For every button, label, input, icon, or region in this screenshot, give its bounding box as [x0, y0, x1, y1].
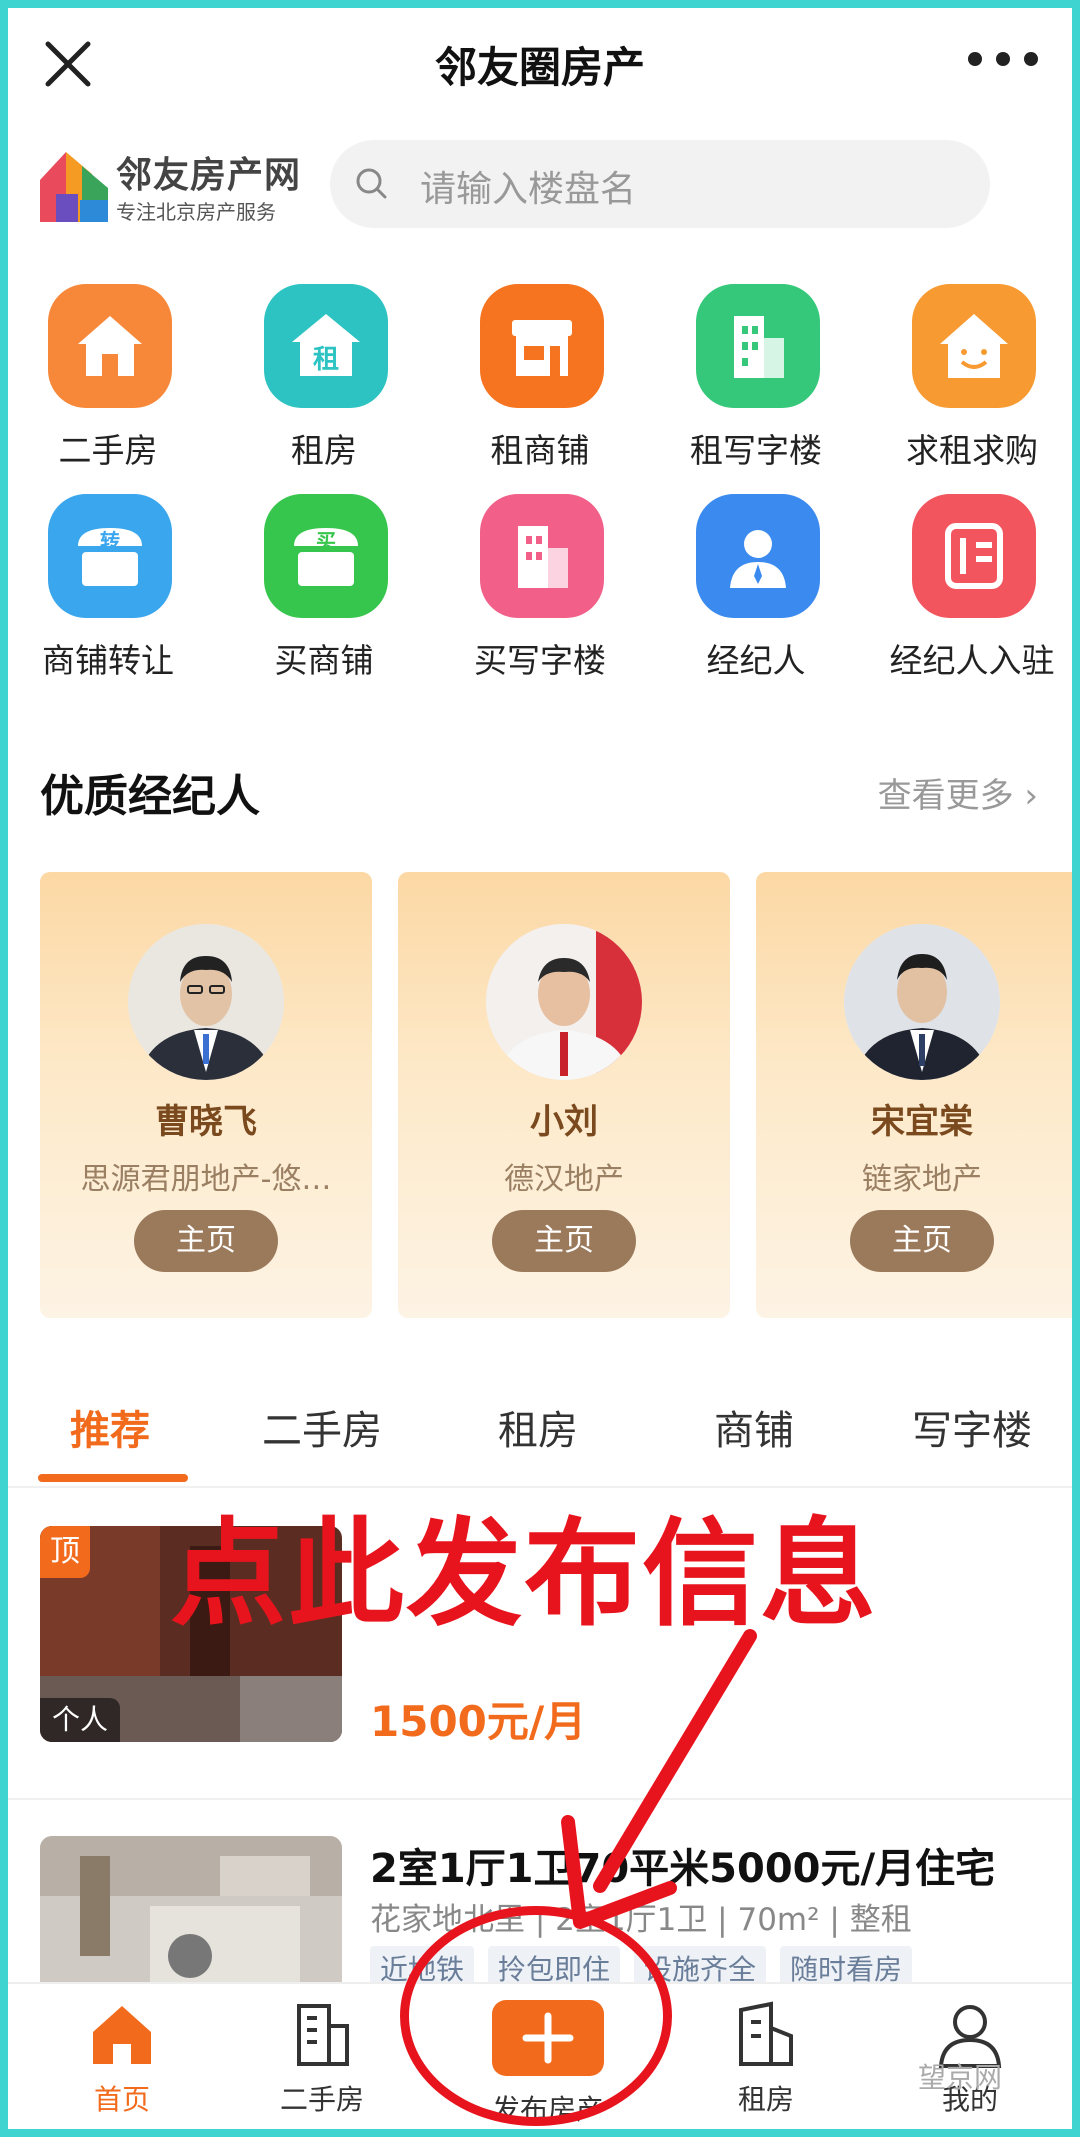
nav-label: 二手房 — [279, 2083, 364, 2116]
category-shop-transfer[interactable]: 转 商铺转让 — [8, 488, 208, 688]
promo-annotation: 点此发布信息 — [170, 1507, 878, 1642]
shop-icon — [480, 284, 604, 408]
category-label: 租房 — [291, 431, 357, 470]
rent-glyph: 租 — [313, 345, 339, 375]
category-label: 租商铺 — [490, 431, 590, 470]
transfer-glyph: 转 — [100, 529, 120, 553]
nav-home[interactable]: 首页 — [52, 2000, 192, 2118]
avatar — [844, 924, 1000, 1080]
agent-icon — [696, 494, 820, 618]
category-label: 买商铺 — [274, 641, 374, 680]
category-agent[interactable]: 经纪人 — [656, 488, 856, 688]
category-buy-shop[interactable]: 买 买商铺 — [224, 488, 424, 688]
agent-home-button[interactable]: 主页 — [134, 1210, 278, 1272]
category-label: 求租求购 — [906, 431, 1038, 470]
rent-house-icon: 租 — [264, 284, 388, 408]
tab-recommend[interactable]: 推荐 — [70, 1398, 150, 1456]
category-label: 买写字楼 — [474, 641, 606, 680]
avatar — [486, 924, 642, 1080]
agent-home-button[interactable]: 主页 — [850, 1210, 994, 1272]
arrow-annotation — [561, 1629, 757, 1929]
category-rent[interactable]: 租 租房 — [224, 278, 424, 478]
agent-cards: 曹晓飞 思源君朋地产-悠… 主页 小刘 德汉地产 主页 宋宜棠 链家地产 主页 — [40, 872, 1080, 1320]
active-tab-indicator — [38, 1474, 188, 1482]
page-title: 邻友圈房产 — [434, 43, 645, 92]
category-label: 经纪人 — [706, 641, 806, 680]
agent-name: 曹晓飞 — [155, 1102, 257, 1142]
watermark: 望京网 — [917, 2061, 1002, 2094]
house-icon — [48, 284, 172, 408]
building-icon — [287, 2000, 357, 2070]
agent-card[interactable]: 宋宜棠 链家地产 主页 — [756, 872, 1080, 1318]
pinned-badge: 顶 — [40, 1526, 90, 1578]
top-bar: 邻友圈房产 — [8, 8, 1072, 116]
view-more-link[interactable]: 查看更多 › — [878, 768, 1038, 817]
search-icon — [356, 168, 387, 199]
tab-second-hand[interactable]: 二手房 — [262, 1398, 382, 1456]
rent-building-icon — [731, 2000, 801, 2070]
agent-company: 链家地产 — [862, 1162, 982, 1197]
nav-label: 首页 — [93, 2083, 150, 2116]
buy-office-icon — [480, 494, 604, 618]
category-label: 商铺转让 — [42, 641, 174, 680]
tab-rent[interactable]: 租房 — [498, 1398, 578, 1456]
nav-label: 租房 — [737, 2083, 794, 2116]
category-rent-shop[interactable]: 租商铺 — [440, 278, 640, 478]
category-grid: 二手房 租 租房 租商铺 租写字楼 求租求购 转 商铺转让 买 买商铺 买写字楼… — [8, 278, 1072, 680]
search-placeholder: 请输入楼盘名 — [420, 169, 637, 210]
buy-shop-icon: 买 — [264, 494, 388, 618]
agent-card[interactable]: 曹晓飞 思源君朋地产-悠… 主页 — [40, 872, 372, 1318]
brand-name: 邻友房产网 — [116, 155, 302, 196]
house-logo-icon — [40, 152, 108, 222]
agent-join-icon — [912, 494, 1036, 618]
home-icon — [87, 2000, 157, 2070]
avatar — [128, 924, 284, 1080]
more-dots-icon[interactable] — [968, 52, 1038, 72]
agent-home-button[interactable]: 主页 — [492, 1210, 636, 1272]
tab-office[interactable]: 写字楼 — [912, 1398, 1032, 1456]
category-agent-join[interactable]: 经纪人入驻 — [872, 488, 1072, 688]
agents-section-title: 优质经纪人 — [40, 771, 260, 822]
agent-card[interactable]: 小刘 德汉地产 主页 — [398, 872, 730, 1318]
agent-company: 德汉地产 — [504, 1162, 624, 1197]
transfer-shop-icon: 转 — [48, 494, 172, 618]
category-label: 经纪人入驻 — [889, 641, 1055, 680]
listing-tabs: 推荐 二手房 租房 商铺 写字楼 — [8, 1388, 1072, 1484]
category-rent-office[interactable]: 租写字楼 — [656, 278, 856, 478]
category-label: 二手房 — [58, 431, 158, 470]
category-second-hand[interactable]: 二手房 — [8, 278, 208, 478]
brand-logo: 邻友房产网 专注北京房产服务 — [36, 144, 306, 230]
agent-name: 宋宜棠 — [871, 1102, 973, 1142]
brand-slogan: 专注北京房产服务 — [116, 200, 276, 224]
agent-name: 小刘 — [530, 1102, 598, 1142]
nav-second-hand[interactable]: 二手房 — [252, 2000, 392, 2118]
search-box[interactable]: 请输入楼盘名 — [330, 140, 990, 228]
category-label: 租写字楼 — [690, 431, 822, 470]
office-building-icon — [696, 284, 820, 408]
category-buy-office[interactable]: 买写字楼 — [440, 488, 640, 688]
nav-rent[interactable]: 租房 — [696, 2000, 836, 2118]
category-want-rent-buy[interactable]: 求租求购 — [872, 278, 1072, 478]
smiley-house-icon — [912, 284, 1036, 408]
circle-annotation — [400, 1906, 672, 2126]
agent-company: 思源君朋地产-悠… — [80, 1162, 332, 1197]
owner-badge: 个人 — [40, 1698, 120, 1742]
tab-shop[interactable]: 商铺 — [714, 1398, 794, 1456]
buy-glyph: 买 — [316, 529, 336, 553]
